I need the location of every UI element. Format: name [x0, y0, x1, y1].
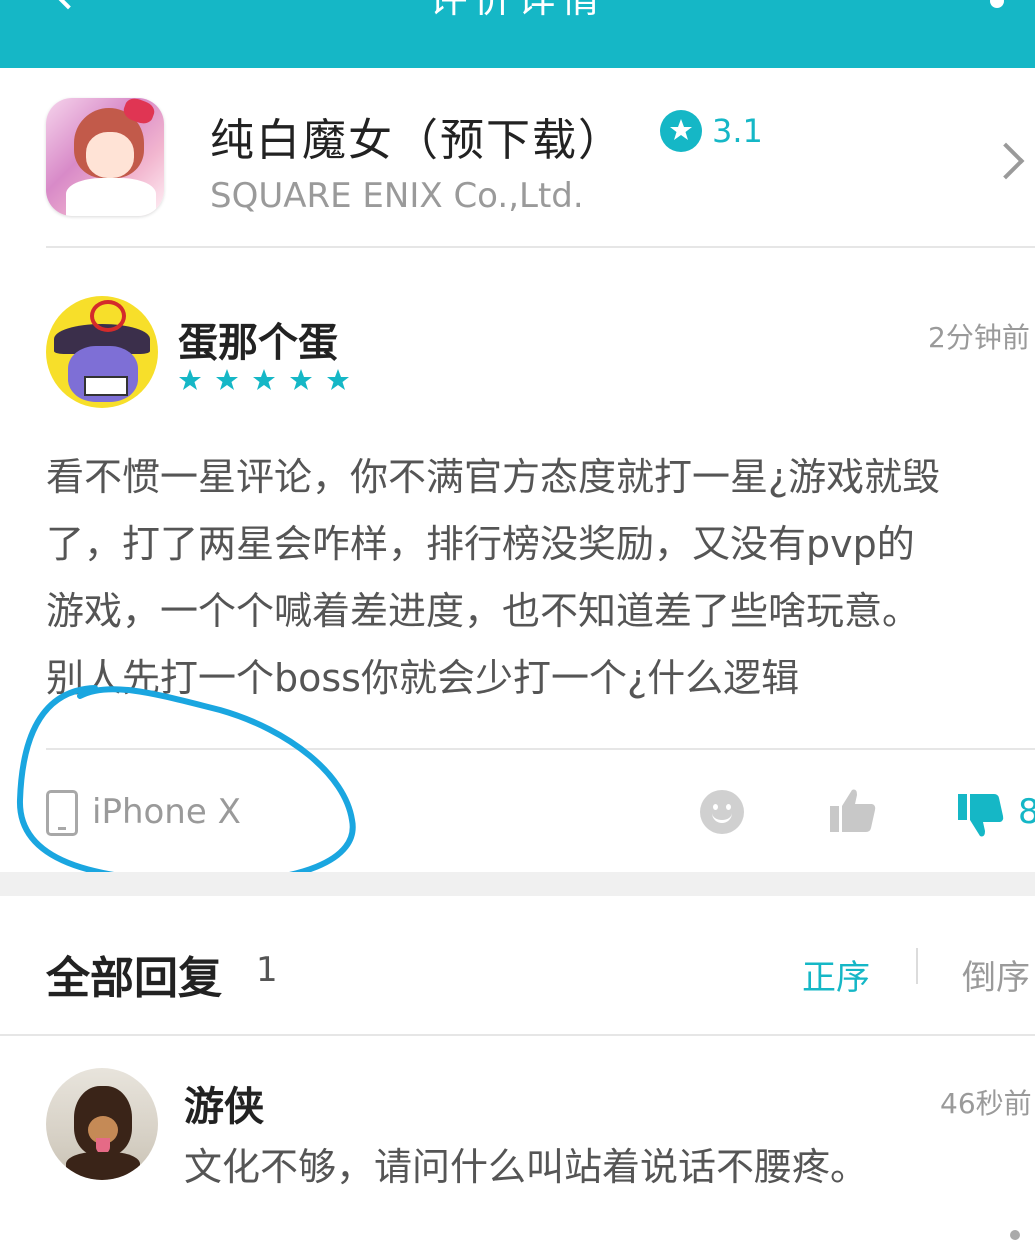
app-icon[interactable] — [46, 98, 164, 216]
hand-drawn-circle-annotation — [16, 685, 356, 886]
thumbs-down-icon[interactable] — [956, 792, 1004, 844]
star-badge-icon — [660, 110, 702, 152]
replies-title: 全部回复 — [46, 953, 222, 1004]
reply-text: 文化不够，请问什么叫站着说话不腰疼。 — [184, 1145, 869, 1189]
star-icon — [178, 368, 202, 396]
reply-more-icon[interactable] — [1010, 1230, 1020, 1240]
dislike-count: 8 — [1018, 792, 1035, 832]
reply-avatar[interactable] — [46, 1068, 158, 1180]
chevron-right-icon[interactable] — [987, 142, 1025, 180]
star-icon — [326, 368, 350, 396]
review-stars — [178, 368, 358, 396]
review-time: 2分钟前 — [928, 321, 1030, 354]
sort-separator — [916, 948, 918, 984]
divider — [0, 1034, 1035, 1036]
star-icon — [252, 368, 276, 396]
emoji-reaction-icon[interactable] — [700, 790, 744, 834]
app-name: 纯白魔女（预下载） — [210, 115, 624, 166]
replies-count: 1 — [256, 950, 278, 990]
reply-author[interactable]: 游侠 — [184, 1074, 264, 1132]
star-icon — [289, 368, 313, 396]
star-icon — [215, 368, 239, 396]
app-info-row[interactable]: 纯白魔女（预下载） 3.1 SQUARE ENIX Co.,Ltd. — [0, 68, 1035, 248]
app-rating: 3.1 — [712, 112, 763, 150]
reviewer-avatar[interactable] — [46, 296, 158, 408]
reviewer-name[interactable]: 蛋那个蛋 — [178, 310, 338, 368]
top-nav-bar: 评价详情 — [0, 0, 1035, 68]
thumbs-up-icon[interactable] — [828, 786, 876, 838]
section-separator — [0, 872, 1035, 896]
reply-time: 46秒前 — [940, 1087, 1032, 1120]
sort-descending-button[interactable]: 倒序 — [962, 950, 1030, 999]
page-title: 评价详情 — [0, 0, 1035, 23]
app-developer: SQUARE ENIX Co.,Ltd. — [210, 176, 584, 216]
sort-ascending-button[interactable]: 正序 — [802, 950, 870, 999]
divider — [46, 246, 1035, 248]
